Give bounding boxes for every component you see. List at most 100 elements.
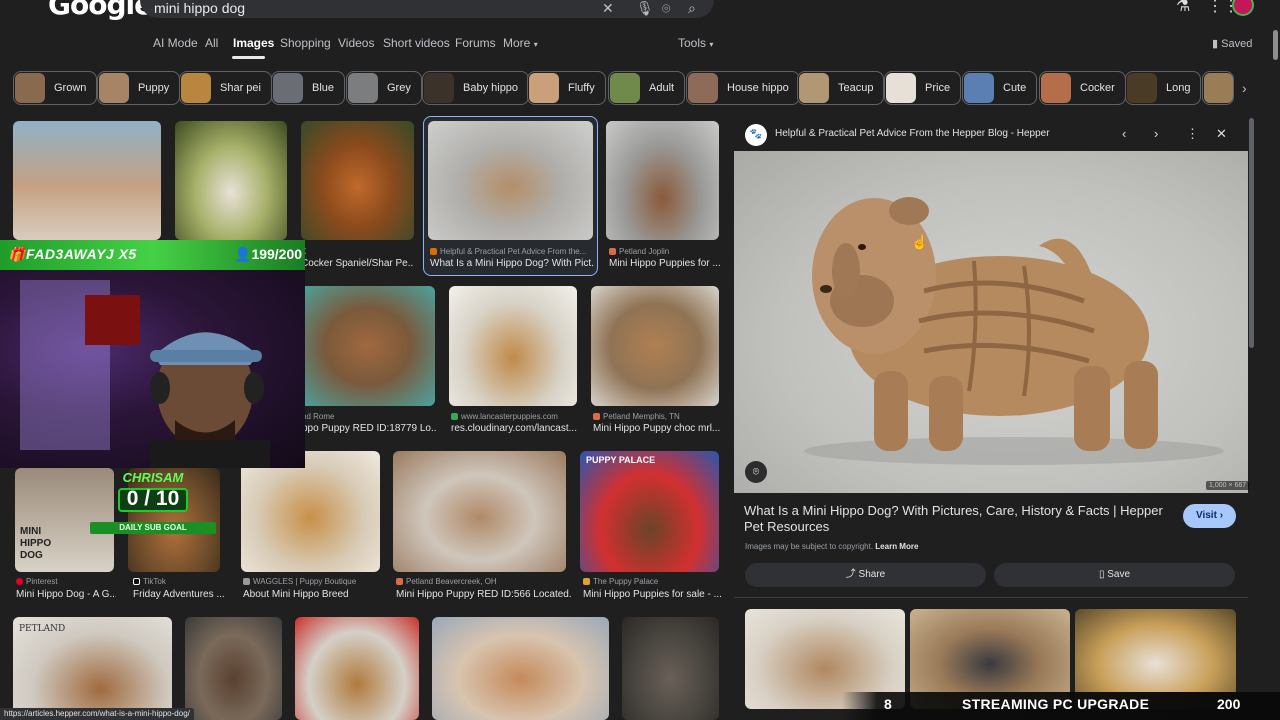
tab-images[interactable]: Images: [233, 36, 274, 50]
result-source: Pinterest: [16, 577, 116, 586]
image-result-11[interactable]: [241, 451, 380, 572]
image-result-1[interactable]: [13, 121, 161, 240]
result-title[interactable]: Mini Hippo Puppies for ...: [609, 258, 722, 269]
microphone-icon[interactable]: 🎙: [636, 0, 654, 17]
petland-logo-text: PETLAND: [19, 624, 66, 634]
chip-house-hippo[interactable]: House hippo: [686, 71, 800, 105]
avatar[interactable]: [1232, 0, 1254, 16]
result-title[interactable]: Mini Hippo Puppy choc mrl...: [593, 423, 723, 434]
result-title[interactable]: About Mini Hippo Breed: [243, 589, 383, 600]
chip-puppy[interactable]: Puppy: [97, 71, 181, 105]
preview-image[interactable]: [734, 151, 1248, 493]
save-button[interactable]: ▯ Save: [994, 563, 1235, 587]
chip-cocker[interactable]: Cocker: [1039, 71, 1126, 105]
tab-short-videos[interactable]: Short videos: [383, 36, 450, 50]
puppy-palace-favicon-icon: [583, 578, 590, 585]
shar-pei-dog-illustration: [804, 197, 1224, 465]
image-dimensions: 1,000 × 667: [1206, 481, 1250, 490]
panel-page-title[interactable]: What Is a Mini Hippo Dog? With Pictures,…: [744, 503, 1164, 535]
tab-shopping[interactable]: Shopping: [280, 36, 331, 50]
image-result-2[interactable]: [175, 121, 287, 240]
result-title[interactable]: ppo Puppy RED ID:18779 Lo...: [302, 423, 437, 434]
result-title[interactable]: What Is a Mini Hippo Dog? With Pict...: [430, 258, 595, 269]
chip-teacup[interactable]: Teacup: [797, 71, 885, 105]
close-icon[interactable]: ✕: [1216, 126, 1227, 142]
chip-price[interactable]: Price: [884, 71, 962, 105]
tile-text-line: HIPPO: [20, 538, 52, 549]
learn-more-link[interactable]: Learn More: [875, 542, 918, 551]
more-options-icon[interactable]: ⋮: [1186, 126, 1199, 142]
result-title[interactable]: Cocker Spaniel/Shar Pe...: [301, 258, 414, 269]
google-lens-icon[interactable]: ⌾: [745, 461, 767, 483]
chip-thumbnail: [348, 73, 378, 103]
chip-label: Puppy: [138, 82, 170, 94]
chevron-right-icon[interactable]: ›: [1242, 80, 1247, 96]
image-result-14[interactable]: PETLAND: [13, 617, 172, 720]
result-title[interactable]: Friday Adventures ...: [133, 589, 225, 600]
chip-thumbnail: [424, 73, 454, 103]
clear-icon[interactable]: ✕: [602, 0, 614, 17]
chip-adult[interactable]: Adult: [608, 71, 686, 105]
image-result-13[interactable]: PUPPY PALACE: [580, 451, 719, 572]
visit-button[interactable]: Visit ›: [1183, 504, 1236, 528]
saved-button[interactable]: ▮ Saved: [1212, 37, 1252, 50]
webcam-feed: [0, 270, 305, 468]
image-result-18[interactable]: [622, 617, 719, 720]
result-title[interactable]: Mini Hippo Puppy RED ID:566 Located...: [396, 589, 571, 600]
tab-all[interactable]: All: [205, 36, 218, 50]
previous-icon[interactable]: ‹: [1122, 126, 1126, 141]
image-result-7[interactable]: [449, 286, 577, 406]
image-result-16[interactable]: [295, 617, 419, 720]
panel-divider: [734, 597, 1248, 598]
chip-long[interactable]: Long: [1125, 71, 1202, 105]
chip-thumbnail: [1204, 73, 1233, 103]
chip-more[interactable]: [1202, 71, 1234, 105]
result-source: X: [301, 247, 414, 256]
panel-source[interactable]: Helpful & Practical Pet Advice From the …: [775, 128, 1050, 139]
page-scrollbar[interactable]: [1273, 30, 1278, 60]
result-title[interactable]: res.cloudinary.com/lancast...: [451, 423, 581, 434]
camera-lens-icon[interactable]: ⌾: [662, 0, 670, 17]
result-title[interactable]: Mini Hippo Dog - A G...: [16, 589, 116, 600]
tab-ai-mode[interactable]: AI Mode: [153, 36, 198, 50]
chip-label: Cute: [1003, 82, 1027, 94]
tab-videos[interactable]: Videos: [338, 36, 374, 50]
goal-label: DAILY SUB GOAL: [90, 522, 216, 534]
streamer-name: 🎁FAD3AWAYJ X5: [8, 246, 137, 263]
chip-baby-hippo[interactable]: Baby hippo: [422, 71, 530, 105]
image-result-6[interactable]: [300, 286, 435, 406]
chip-thumbnail: [273, 73, 303, 103]
image-result-4[interactable]: [428, 121, 593, 240]
labs-flask-icon[interactable]: ⚗: [1176, 0, 1190, 16]
share-button[interactable]: ⤴ Share: [745, 563, 986, 587]
search-bar[interactable]: mini hippo dog ✕ 🎙 ⌾ ⌕: [140, 0, 714, 18]
tab-more[interactable]: More ▾: [503, 36, 538, 50]
next-icon[interactable]: ›: [1154, 126, 1158, 141]
panel-scrollbar[interactable]: [1249, 118, 1254, 348]
image-result-12[interactable]: [393, 451, 566, 572]
tab-forums[interactable]: Forums: [455, 36, 496, 50]
image-result-17[interactable]: [432, 617, 609, 720]
chip-thumbnail: [688, 73, 718, 103]
tools-button[interactable]: Tools ▾: [678, 36, 713, 50]
chip-grey[interactable]: Grey: [346, 71, 422, 105]
ticker-target: 200: [1217, 696, 1241, 712]
bookmark-icon: ▯: [1098, 569, 1105, 580]
image-result-8[interactable]: [591, 286, 719, 406]
image-result-5[interactable]: [606, 121, 719, 240]
ticker-current: 8: [884, 696, 892, 712]
google-logo[interactable]: Google: [48, 0, 153, 21]
search-icon[interactable]: ⌕: [688, 0, 696, 17]
chip-cute[interactable]: Cute: [962, 71, 1038, 105]
chip-grown[interactable]: Grown: [13, 71, 98, 105]
image-result-3[interactable]: [301, 121, 414, 240]
chip-blue[interactable]: Blue: [271, 71, 346, 105]
goal-count: 0 / 10: [126, 487, 180, 510]
chip-label: Grey: [387, 82, 411, 94]
search-input[interactable]: mini hippo dog: [154, 0, 245, 16]
chip-fluffy[interactable]: Fluffy: [527, 71, 606, 105]
result-source: Petland Beavercreek, OH: [396, 577, 571, 586]
chip-shar-pei[interactable]: Shar pei: [179, 71, 272, 105]
result-title[interactable]: Mini Hippo Puppies for sale - ...: [583, 589, 721, 600]
image-result-15[interactable]: [185, 617, 282, 720]
